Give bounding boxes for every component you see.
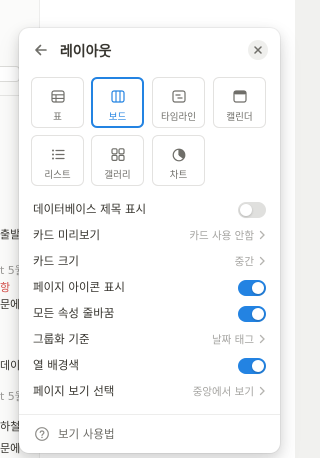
setting-label: 페이지 보기 선택 (33, 384, 115, 398)
layout-option-table[interactable]: 표 (31, 77, 84, 128)
close-button[interactable] (248, 40, 268, 60)
popup-divider (19, 414, 280, 415)
toggle-knob (252, 308, 264, 320)
setting-label: 그룹화 기준 (33, 332, 90, 346)
layout-popup: 레이아웃 표 보드 타임라인 캘린더 리스트 갤러리 차트 데이터베이스 제목 … (19, 28, 280, 453)
setting-card-preview[interactable]: 카드 미리보기 카드 사용 안함 (19, 222, 280, 248)
layout-option-label: 차트 (169, 170, 188, 181)
setting-label: 카드 크기 (33, 254, 79, 268)
table-icon (50, 90, 65, 103)
setting-column-background[interactable]: 열 배경색 (19, 352, 280, 378)
setting-value: 중간 (234, 256, 254, 268)
layout-option-list[interactable]: 리스트 (31, 135, 84, 186)
view-help-link[interactable]: 보기 사용법 (19, 422, 280, 446)
setting-label: 열 배경색 (33, 358, 79, 372)
setting-label: 데이터베이스 제목 표시 (33, 202, 147, 216)
setting-label: 카드 미리보기 (33, 228, 101, 242)
gallery-icon (110, 148, 125, 161)
background-fragment: 문에 (0, 442, 21, 455)
setting-card-size[interactable]: 카드 크기 중간 (19, 248, 280, 274)
board-icon (110, 90, 125, 103)
layout-option-chart[interactable]: 차트 (152, 135, 205, 186)
layout-option-label: 보드 (108, 112, 127, 123)
background-fragment: 문에 (0, 298, 21, 311)
toggle-knob (252, 360, 264, 372)
toggle-switch[interactable] (238, 280, 266, 296)
setting-value: 중앙에서 보기 (192, 386, 254, 398)
setting-value: 날짜 태그 (212, 334, 254, 346)
setting-label: 모든 속성 줄바꿈 (33, 306, 115, 320)
toggle-switch[interactable] (238, 306, 266, 322)
chevron-right-icon (259, 386, 265, 396)
layout-option-label: 타임라인 (161, 112, 196, 123)
chevron-right-icon (259, 256, 265, 266)
popup-header: 레이아웃 (19, 36, 280, 64)
layout-option-board[interactable]: 보드 (91, 77, 144, 128)
toggle-switch[interactable] (238, 358, 266, 374)
setting-show-database-title[interactable]: 데이터베이스 제목 표시 (19, 196, 280, 222)
calendar-icon (232, 90, 247, 103)
layout-option-label: 갤러리 (104, 170, 131, 181)
setting-group-by[interactable]: 그룹화 기준 날짜 태그 (19, 326, 280, 352)
list-icon (51, 149, 65, 160)
setting-wrap-all-properties[interactable]: 모든 속성 줄바꿈 (19, 300, 280, 326)
background-fragment: 항 (0, 281, 11, 294)
background-fragment: 출발 (0, 228, 21, 241)
toggle-knob (252, 282, 264, 294)
layout-option-timeline[interactable]: 타임라인 (152, 77, 205, 128)
help-label: 보기 사용법 (58, 427, 115, 441)
background-fragment: 하철 (0, 420, 21, 433)
setting-show-page-icon[interactable]: 페이지 아이콘 표시 (19, 274, 280, 300)
toggle-switch[interactable] (238, 202, 266, 218)
chevron-right-icon (259, 230, 265, 240)
setting-label: 페이지 아이콘 표시 (33, 280, 125, 294)
layout-option-label: 리스트 (44, 170, 71, 181)
toggle-knob (240, 204, 252, 216)
arrow-left-icon[interactable] (31, 40, 51, 60)
chart-icon (172, 148, 185, 162)
timeline-icon (171, 90, 186, 103)
popup-title: 레이아웃 (60, 44, 112, 60)
help-circle-icon (35, 427, 49, 441)
background-fragment: 데이 (0, 359, 21, 372)
background-search-box[interactable] (0, 66, 20, 82)
setting-value: 카드 사용 안함 (189, 230, 254, 242)
chevron-right-icon (259, 334, 265, 344)
close-icon (254, 46, 262, 54)
setting-open-pages-in[interactable]: 페이지 보기 선택 중앙에서 보기 (19, 378, 280, 404)
layout-option-gallery[interactable]: 갤러리 (91, 135, 144, 186)
layout-option-calendar[interactable]: 캘린더 (213, 77, 266, 128)
layout-option-label: 캘린더 (226, 112, 253, 123)
layout-option-label: 표 (53, 112, 62, 123)
